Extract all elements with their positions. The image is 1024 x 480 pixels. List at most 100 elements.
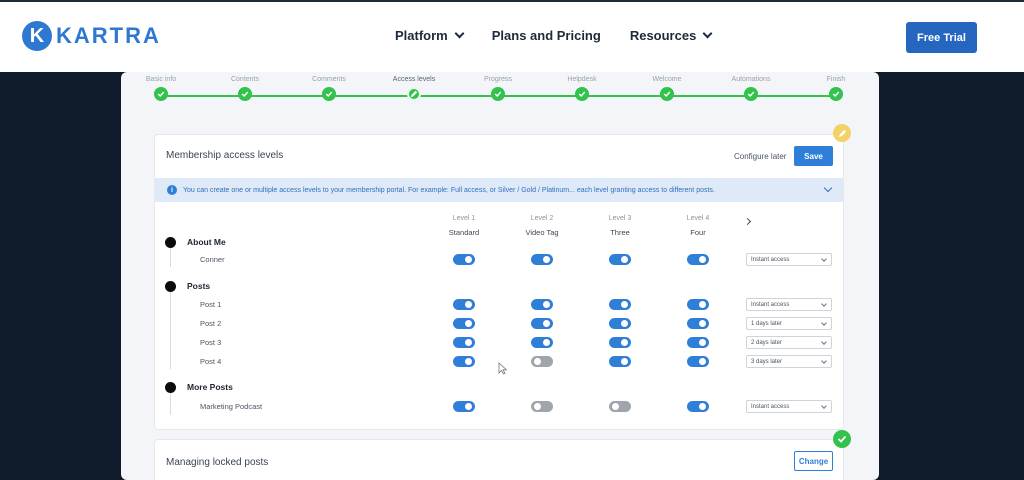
toggle-knob [465,301,472,308]
release-schedule-select[interactable]: 3 days later [746,355,832,368]
logo-text: KARTRA [56,23,161,48]
free-trial-button[interactable]: Free Trial [906,22,977,53]
check-icon [154,87,168,101]
next-levels-chevron-icon[interactable] [743,217,752,226]
top-navigation-bar: K KARTRA Platform Plans and Pricing Reso… [0,0,1024,72]
access-toggle-level-1[interactable] [453,318,475,329]
toggle-knob [699,339,706,346]
change-button[interactable]: Change [794,451,833,471]
step-label: Contents [230,76,260,83]
check-icon [829,87,843,101]
nav-plans-label: Plans and Pricing [491,28,601,43]
chevron-down-icon [821,320,827,326]
toggle-knob [699,256,706,263]
step-automations[interactable]: Automations [721,76,781,101]
post-label: Post 4 [200,357,222,366]
check-icon [322,87,336,101]
edit-pencil-icon[interactable] [833,124,851,142]
section-dot-icon [165,382,176,393]
kartra-logo[interactable]: K KARTRA [22,21,161,51]
access-toggle-level-3[interactable] [609,299,631,310]
section-dot-icon [165,281,176,292]
access-toggle-level-2[interactable] [531,356,553,367]
release-schedule-select[interactable]: 1 days later [746,317,832,330]
toggle-knob [465,403,472,410]
tree-connector [170,286,171,369]
check-icon [744,87,758,101]
toggle-knob [465,256,472,263]
step-access-levels[interactable]: Access levels [384,76,444,101]
step-label: Comments [312,76,346,83]
access-toggle-level-4[interactable] [687,254,709,265]
level-number: Level 4 [686,215,710,222]
chevron-down-icon [821,403,827,409]
access-toggle-level-4[interactable] [687,337,709,348]
toggle-knob [465,320,472,327]
configure-later-link[interactable]: Configure later [734,152,786,161]
access-toggle-level-4[interactable] [687,299,709,310]
level-name: Three [610,228,630,237]
managing-locked-posts-card: Managing locked posts Change [154,439,844,480]
level-number: Level 1 [452,215,476,222]
access-toggle-level-4[interactable] [687,401,709,412]
release-schedule-select[interactable]: Instant access [746,298,832,311]
access-toggle-level-2[interactable] [531,401,553,412]
step-contents[interactable]: Contents [215,76,275,101]
access-toggle-level-2[interactable] [531,299,553,310]
step-comments[interactable]: Comments [299,76,359,101]
access-toggle-level-1[interactable] [453,254,475,265]
access-toggle-level-4[interactable] [687,318,709,329]
access-toggle-level-4[interactable] [687,356,709,367]
level-number: Level 2 [530,215,554,222]
access-toggle-level-3[interactable] [609,337,631,348]
access-toggle-level-1[interactable] [453,401,475,412]
step-label: Helpdesk [567,76,597,83]
post-label: Post 3 [200,338,222,347]
access-toggle-level-2[interactable] [531,254,553,265]
step-progress[interactable]: Progress [468,76,528,101]
section-label: More Posts [187,382,233,392]
logo-mark-icon: K [22,21,52,51]
card-title: Membership access levels [166,150,284,161]
chevron-down-icon [821,358,827,364]
step-helpdesk[interactable]: Helpdesk [552,76,612,101]
save-button[interactable]: Save [794,146,833,166]
access-toggle-level-2[interactable] [531,337,553,348]
info-banner[interactable]: i You can create one or multiple access … [155,178,843,202]
setup-stepper: Basic info Contents Comments Access levels P… [121,76,879,106]
access-toggle-level-3[interactable] [609,356,631,367]
section-dot-icon [165,237,176,248]
step-finish[interactable]: Finish [806,76,866,101]
level-header-4: Level 4 Four [668,215,728,237]
release-value: Instant access [751,403,790,410]
post-label: Post 2 [200,319,222,328]
release-value: 2 days later [751,339,783,346]
nav-plans-and-pricing[interactable]: Plans and Pricing [492,28,601,43]
release-schedule-select[interactable]: Instant access [746,400,832,413]
access-toggle-level-3[interactable] [609,401,631,412]
release-value: Instant access [751,301,790,308]
access-toggle-level-3[interactable] [609,254,631,265]
toggle-knob [543,320,550,327]
release-schedule-select[interactable]: Instant access [746,253,832,266]
nav-platform[interactable]: Platform [395,28,465,43]
nav-platform-label: Platform [395,28,448,43]
step-welcome[interactable]: Welcome [637,76,697,101]
access-toggle-level-1[interactable] [453,337,475,348]
toggle-knob [699,358,706,365]
check-icon [238,87,252,101]
chevron-down-icon[interactable] [823,183,833,193]
access-toggle-level-2[interactable] [531,318,553,329]
info-icon: i [167,185,177,195]
release-schedule-select[interactable]: 2 days later [746,336,832,349]
toggle-knob [699,301,706,308]
chevron-down-icon [821,301,827,307]
step-basic-info[interactable]: Basic info [131,76,191,101]
level-header-1: Level 1 Standard [434,215,494,237]
nav-resources[interactable]: Resources [630,28,713,43]
toggle-knob [543,339,550,346]
toggle-knob [543,256,550,263]
access-toggle-level-1[interactable] [453,356,475,367]
access-toggle-level-1[interactable] [453,299,475,310]
access-toggle-level-3[interactable] [609,318,631,329]
